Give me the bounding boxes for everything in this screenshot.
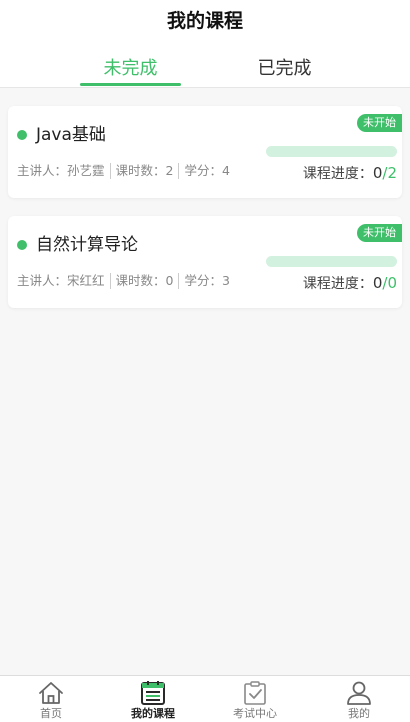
nav-label: 考试中心 <box>233 707 277 720</box>
course-credits: 学分：3 <box>184 273 230 288</box>
progress-text: 课程进度：0/0 <box>303 273 397 294</box>
nav-item-my-courses[interactable]: 我的课程 <box>102 676 204 722</box>
course-name: 自然计算导论 <box>36 235 138 255</box>
course-meta: 主讲人：孙艺霆 课时数：2 学分：4 <box>17 162 230 180</box>
bottom-nav: 首页 我的课程 考试中心 我的 <box>0 675 410 722</box>
nav-item-exam-center[interactable]: 考试中心 <box>204 676 306 722</box>
meta-divider <box>178 163 180 179</box>
tab-incomplete[interactable]: 未完成 <box>80 56 181 82</box>
meta-divider <box>109 163 111 179</box>
course-hours: 课时数：2 <box>115 163 174 178</box>
course-name: Java基础 <box>36 125 106 145</box>
meta-divider <box>178 273 180 289</box>
course-card[interactable]: Java基础 未开始 主讲人：孙艺霆 课时数：2 学分：4 课程进度：0/2 <box>8 106 402 198</box>
course-meta: 主讲人：宋红红 课时数：0 学分：3 <box>17 272 230 290</box>
header: 我的课程 未完成 已完成 <box>0 0 410 88</box>
progress-total: /0 <box>382 274 397 292</box>
page-title: 我的课程 <box>166 10 243 32</box>
course-credits: 学分：4 <box>184 163 230 178</box>
status-badge: 未开始 <box>357 224 402 242</box>
status-badge: 未开始 <box>357 114 402 132</box>
progress-bar <box>266 146 397 157</box>
progress-bar <box>266 256 397 267</box>
nav-item-profile[interactable]: 我的 <box>308 676 410 722</box>
tab-complete[interactable]: 已完成 <box>234 56 335 82</box>
meta-divider <box>109 273 111 289</box>
status-dot <box>17 240 27 250</box>
course-card[interactable]: 自然计算导论 未开始 主讲人：宋红红 课时数：0 学分：3 课程进度：0/0 <box>8 216 402 308</box>
status-dot <box>17 130 27 140</box>
progress-done: 0 <box>372 164 383 182</box>
progress-label: 课程进度： <box>302 166 373 182</box>
progress-label: 课程进度： <box>302 276 373 292</box>
nav-label: 我的 <box>348 707 370 720</box>
exam-clipboard-icon <box>244 681 266 705</box>
course-hours: 课时数：0 <box>115 273 174 288</box>
nav-item-home[interactable]: 首页 <box>0 676 102 722</box>
home-icon <box>39 682 63 704</box>
course-teacher: 主讲人：孙艺霆 <box>17 163 105 178</box>
user-profile-icon <box>347 681 371 705</box>
progress-done: 0 <box>372 274 383 292</box>
progress-total: /2 <box>382 164 397 182</box>
course-teacher: 主讲人：宋红红 <box>17 273 105 288</box>
course-list-icon <box>141 681 165 705</box>
active-tab-indicator <box>80 83 181 86</box>
nav-label: 首页 <box>40 707 62 720</box>
nav-label: 我的课程 <box>131 707 175 720</box>
progress-text: 课程进度：0/2 <box>303 163 397 184</box>
